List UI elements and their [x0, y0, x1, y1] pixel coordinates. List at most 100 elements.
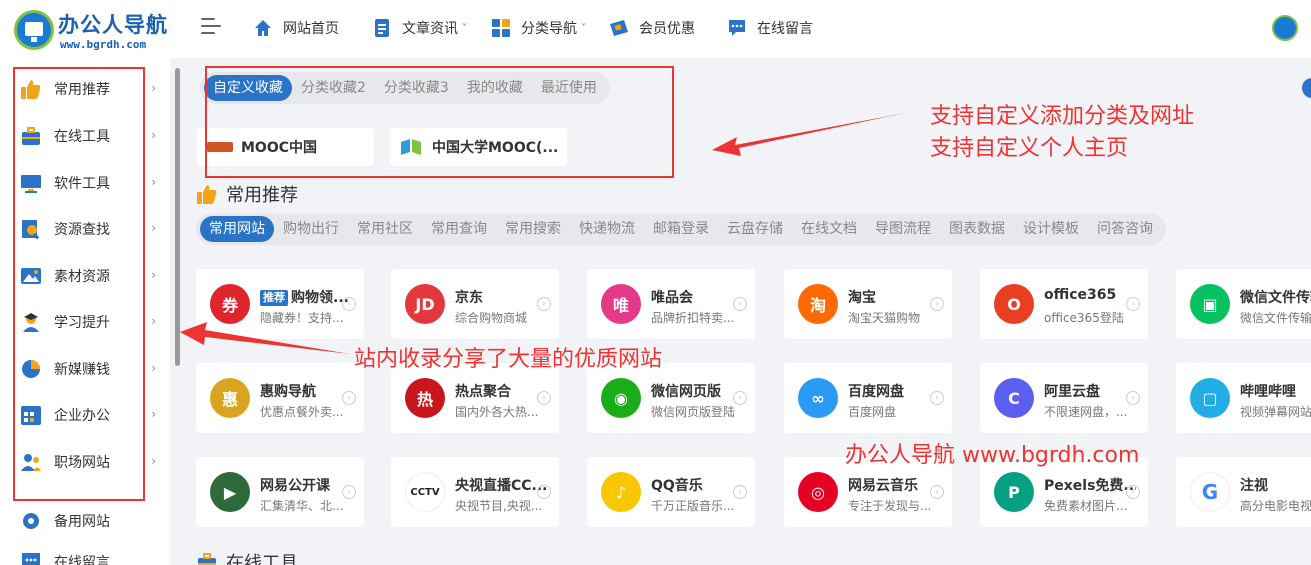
arrow-right-icon[interactable]: › [537, 391, 551, 405]
site-card-title: 淘宝 [848, 290, 876, 306]
arrow-right-icon[interactable]: › [733, 297, 747, 311]
site-card-desc: 微信文件传输 [1240, 311, 1311, 325]
chevron-right-icon: › [151, 314, 156, 328]
section-title-text: 在线工具 [226, 553, 298, 565]
sidebar-item-10[interactable]: 在线留言 [20, 547, 160, 565]
site-logo-icon: CCTV [405, 472, 445, 512]
site-card[interactable]: CCTV 央视直播CC... 央视节目,央视... › [391, 457, 559, 527]
site-card-desc: 专注于发现与... [848, 499, 932, 513]
site-card[interactable]: ▶ 网易公开课 汇集清华、北... › [196, 457, 364, 527]
nav-message-label: 在线留言 [757, 21, 813, 37]
recommend-tab-5[interactable]: 快递物流 [570, 216, 644, 242]
site-card[interactable]: 券推荐 购物领... 隐藏券！支持... › [196, 269, 364, 339]
site-logo-icon: ∞ [798, 378, 838, 418]
nav-message[interactable]: 在线留言 [727, 16, 813, 40]
top-header: 办公人导航 www.bgrdh.com 网站首页 文章资讯 ˅ 分类导航 ˅ 会… [0, 0, 1311, 58]
recommend-tab-7[interactable]: 云盘存储 [718, 216, 792, 242]
site-card[interactable]: 唯唯品会 品牌折扣特卖... › [587, 269, 755, 339]
nav-home[interactable]: 网站首页 [253, 16, 339, 40]
site-card[interactable]: JD 京东 综合购物商城 › [391, 269, 559, 339]
arrow-right-icon[interactable]: › [342, 485, 356, 499]
nav-articles[interactable]: 文章资讯 ˅ [372, 16, 467, 40]
site-card[interactable]: 惠惠购导航 优惠点餐外卖... › [196, 363, 364, 433]
site-card-desc: 百度网盘 [848, 405, 897, 419]
annotation-sidebar-note: 站内收录分享了大量的优质网站 [354, 347, 663, 372]
sidebar-item-label: 备用网站 [54, 514, 110, 530]
chevron-down-icon: ˅ [581, 22, 586, 34]
recommend-tab-8[interactable]: 在线文档 [792, 216, 866, 242]
site-card-title: 惠购导航 [260, 384, 316, 400]
user-avatar[interactable] [1272, 15, 1298, 41]
recommend-tab-3[interactable]: 常用查询 [422, 216, 496, 242]
site-card[interactable]: ♪ QQ音乐 千万正版音乐... › [587, 457, 755, 527]
recommend-tab-6[interactable]: 邮箱登录 [644, 216, 718, 242]
arrow-right-icon[interactable]: › [930, 485, 944, 499]
site-card-title: 网易云音乐 [848, 478, 918, 494]
chat-icon [22, 553, 40, 565]
arrow-right-icon[interactable]: › [537, 297, 551, 311]
recommend-tab-9[interactable]: 导图流程 [866, 216, 940, 242]
nav-categories[interactable]: 分类导航 ˅ [491, 16, 586, 40]
site-card[interactable]: ▢哔哩哔哩视频弹幕网站› [1176, 363, 1311, 433]
sidebar-scrollbar[interactable] [175, 68, 180, 366]
recommend-tab-0[interactable]: 常用网站 [200, 216, 274, 242]
site-card[interactable]: ◉ 微信网页版 微信网页版登陆 › [587, 363, 755, 433]
recommend-tab-4[interactable]: 常用搜索 [496, 216, 570, 242]
site-logo-icon: 唯 [601, 284, 641, 324]
site-card-desc: 淘宝天猫购物 [848, 311, 921, 325]
site-card[interactable]: ▣微信文件传输微信文件传输› [1176, 269, 1311, 339]
site-logo-icon: ▢ [1190, 378, 1230, 418]
arrow-right-icon[interactable]: › [1126, 391, 1140, 405]
site-logo-icon: G [1190, 472, 1230, 512]
sidebar-item-9[interactable]: 备用网站 [20, 506, 160, 536]
site-logo-icon: 惠 [210, 378, 250, 418]
arrow-right-icon[interactable]: › [1126, 485, 1140, 499]
site-logo-icon: ◉ [601, 378, 641, 418]
recommend-tab-12[interactable]: 问答咨询 [1088, 216, 1162, 242]
recommend-tab-10[interactable]: 图表数据 [940, 216, 1014, 242]
recommend-tabbar: 常用网站 购物出行 常用社区 常用查询 常用搜索 快递物流 邮箱登录 云盘存储 在线文档 导图流程… [196, 213, 1166, 245]
nav-vip-label: 会员优惠 [639, 21, 695, 37]
site-logo-icon: 淘 [798, 284, 838, 324]
home-icon [255, 20, 271, 36]
nav-articles-label: 文章资讯 [402, 21, 458, 37]
site-card-title: 央视直播CC... [455, 478, 547, 494]
site-card-title: 网易公开课 [260, 478, 330, 494]
site-card-title: 阿里云盘 [1044, 384, 1100, 400]
logo-title: 办公人导航 [58, 13, 168, 37]
recommend-tab-2[interactable]: 常用社区 [348, 216, 422, 242]
arrow-right-icon[interactable]: › [342, 297, 356, 311]
site-card[interactable]: 热热点聚合 国内外各大热... › [391, 363, 559, 433]
menu-toggle-icon[interactable] [201, 18, 223, 36]
thumbs-up-icon [197, 185, 217, 204]
nav-vip[interactable]: 会员优惠 [609, 16, 695, 40]
site-card-title: 百度网盘 [848, 384, 904, 400]
nav-home-label: 网站首页 [283, 21, 339, 37]
arrow-right-icon[interactable]: › [733, 391, 747, 405]
settings-button[interactable] [1302, 78, 1311, 98]
site-card-desc: office365登陆 [1044, 311, 1124, 325]
site-card-desc: 视频弹幕网站 [1240, 405, 1311, 419]
arrow-right-icon[interactable]: › [930, 297, 944, 311]
site-logo[interactable]: 办公人导航 www.bgrdh.com [14, 8, 174, 52]
recommend-badge: 推荐 [260, 290, 288, 306]
site-card[interactable]: ∞ 百度网盘 百度网盘 › [784, 363, 952, 433]
site-logo-icon: ▣ [1190, 284, 1230, 324]
site-card[interactable]: G注视高分电影电视› [1176, 457, 1311, 527]
recommend-tab-11[interactable]: 设计模板 [1014, 216, 1088, 242]
site-card[interactable]: Ooffice365 office365登陆 › [980, 269, 1148, 339]
ticket-icon [610, 20, 628, 36]
site-card-title: 热点聚合 [455, 384, 511, 400]
site-card[interactable]: 淘淘宝淘宝天猫购物 › [784, 269, 952, 339]
recommend-tab-1[interactable]: 购物出行 [274, 216, 348, 242]
site-card-title: office365 [1044, 287, 1117, 303]
toolbox-icon [198, 553, 216, 565]
site-card[interactable]: C 阿里云盘 不限速网盘，... › [980, 363, 1148, 433]
arrow-right-icon[interactable]: › [930, 391, 944, 405]
arrow-right-icon[interactable]: › [1126, 297, 1140, 311]
site-card-title: 京东 [455, 290, 483, 306]
site-logo-icon: P [994, 472, 1034, 512]
arrow-right-icon[interactable]: › [733, 485, 747, 499]
arrow-right-icon[interactable]: › [342, 391, 356, 405]
arrow-right-icon[interactable]: › [537, 485, 551, 499]
